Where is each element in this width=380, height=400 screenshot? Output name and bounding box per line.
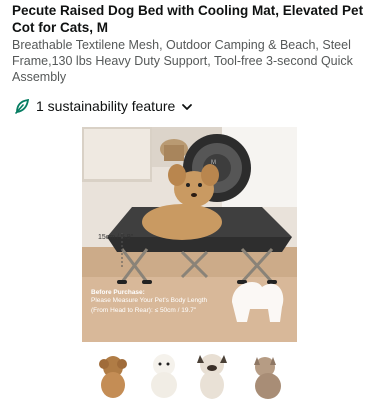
leaf-icon: [14, 98, 30, 114]
product-title[interactable]: Pecute Raised Dog Bed with Cooling Mat, …: [12, 2, 368, 36]
body-length-limit: (From Head to Rear): ≤ 50cm / 19.7": [91, 307, 197, 314]
product-subtitle: Breathable Textilene Mesh, Outdoor Campi…: [12, 38, 353, 84]
chevron-down-icon[interactable]: [181, 100, 193, 112]
sustainability-feature-link[interactable]: 1 sustainability feature: [14, 96, 193, 116]
measure-instruction: Please Measure Your Pet's Body Length: [91, 297, 208, 304]
height-annotation: 15cm / 5.9": [98, 234, 134, 241]
product-image[interactable]: M: [82, 127, 297, 400]
before-purchase-label: Before Purchase:: [91, 289, 145, 296]
product-detail-screen: Pecute Raised Dog Bed with Cooling Mat, …: [0, 0, 380, 400]
sustainability-label: 1 sustainability feature: [36, 98, 176, 114]
